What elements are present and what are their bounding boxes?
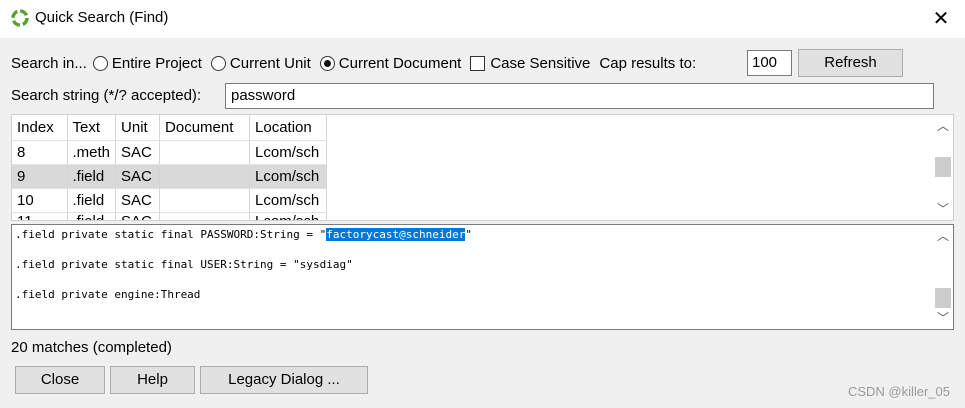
search-in-label: Search in...	[11, 54, 87, 72]
legacy-dialog-button[interactable]: Legacy Dialog ...	[200, 366, 368, 394]
cell-index: 8	[12, 140, 68, 165]
cell-document	[159, 140, 251, 165]
cell-document	[159, 188, 251, 213]
cell-location: Lcom/sch	[249, 164, 328, 189]
cell-text: .field	[67, 188, 117, 213]
case-sensitive-label: Case Sensitive	[490, 54, 591, 72]
preview-line-engine: .field private engine:Thread	[15, 288, 201, 301]
table-scroll-thumb[interactable]	[935, 157, 951, 177]
column-header-text[interactable]: Text	[67, 115, 117, 141]
help-button[interactable]: Help	[110, 366, 195, 394]
cell-index: 9	[12, 164, 68, 189]
radio-current-document-icon	[319, 55, 335, 71]
table-row[interactable]: 8 .meth SAC Lcom/sch	[12, 140, 328, 165]
table-header-row: Index Text Unit Document Location	[12, 115, 328, 141]
results-grid: Index Text Unit Document Location 8 .met…	[12, 115, 328, 220]
results-table: Index Text Unit Document Location 8 .met…	[11, 114, 954, 221]
preview-text: .field private static final PASSWORD:Str…	[15, 228, 327, 241]
radio-current-unit-label: Current Unit	[229, 54, 311, 72]
cell-location: Lcom/sch	[249, 140, 328, 165]
window-title: Quick Search (Find)	[35, 9, 169, 26]
preview-scrollbar[interactable]: ︿ ﹀	[933, 225, 953, 329]
cell-text: .meth	[67, 140, 117, 165]
radio-entire-project[interactable]: Entire Project	[92, 54, 202, 72]
radio-current-unit-icon	[210, 55, 226, 71]
table-scrollbar[interactable]: ︿ ﹀	[933, 115, 953, 220]
table-row[interactable]: 10 .field SAC Lcom/sch	[12, 188, 328, 213]
column-header-unit[interactable]: Unit	[115, 115, 161, 141]
app-logo-icon	[11, 9, 29, 27]
case-sensitive-box	[470, 55, 486, 71]
cell-unit: SAC	[115, 164, 161, 189]
search-string-input[interactable]: password	[225, 83, 934, 109]
cell-unit: SAC	[115, 212, 161, 220]
radio-entire-project-icon	[92, 55, 108, 71]
preview-pane[interactable]: .field private static final PASSWORD:Str…	[11, 224, 954, 330]
close-button[interactable]: Close	[15, 366, 105, 394]
preview-line-user: .field private static final USER:String …	[15, 258, 353, 271]
search-options-row: Search in... Entire Project Current Unit…	[11, 52, 696, 74]
column-header-document[interactable]: Document	[159, 115, 251, 141]
preview-line-password: .field private static final PASSWORD:Str…	[15, 228, 472, 241]
title-bar: Quick Search (Find) ✕	[0, 0, 965, 38]
cap-results-label: Cap results to:	[599, 54, 697, 72]
watermark: CSDN @killer_05	[847, 384, 950, 399]
radio-current-document[interactable]: Current Document	[319, 54, 462, 72]
preview-scroll-thumb[interactable]	[935, 288, 951, 308]
cell-unit: SAC	[115, 188, 161, 213]
column-header-location[interactable]: Location	[249, 115, 328, 141]
cell-location: Lcom/sch	[249, 188, 328, 213]
cell-document	[159, 164, 251, 189]
scroll-down-arrow-icon[interactable]: ﹀	[933, 309, 953, 327]
status-text: 20 matches (completed)	[11, 339, 172, 356]
column-header-index[interactable]: Index	[12, 115, 68, 141]
scroll-up-arrow-icon[interactable]: ︿	[933, 117, 953, 135]
table-row-selected[interactable]: 9 .field SAC Lcom/sch	[12, 164, 328, 189]
table-row[interactable]: 11 .field SAC Lcom/sch	[12, 212, 328, 220]
search-string-label: Search string (*/? accepted):	[11, 87, 202, 104]
preview-text: "	[465, 228, 472, 241]
cell-document	[159, 212, 251, 220]
scroll-down-arrow-icon[interactable]: ﹀	[933, 200, 953, 218]
cell-text: .field	[67, 164, 117, 189]
cap-results-input[interactable]: 100	[747, 50, 792, 76]
refresh-button[interactable]: Refresh	[798, 49, 903, 77]
case-sensitive-checkbox[interactable]: Case Sensitive	[470, 55, 590, 72]
search-highlight: factorycast@schneider	[326, 228, 466, 241]
radio-current-unit[interactable]: Current Unit	[210, 54, 311, 72]
cell-unit: SAC	[115, 140, 161, 165]
close-icon[interactable]: ✕	[926, 6, 956, 32]
cell-text: .field	[67, 212, 117, 220]
cell-location: Lcom/sch	[249, 212, 328, 220]
scroll-up-arrow-icon[interactable]: ︿	[933, 227, 953, 245]
cell-index: 10	[12, 188, 68, 213]
radio-entire-project-label: Entire Project	[111, 54, 202, 72]
cell-index: 11	[12, 212, 68, 220]
radio-current-document-label: Current Document	[338, 54, 462, 72]
